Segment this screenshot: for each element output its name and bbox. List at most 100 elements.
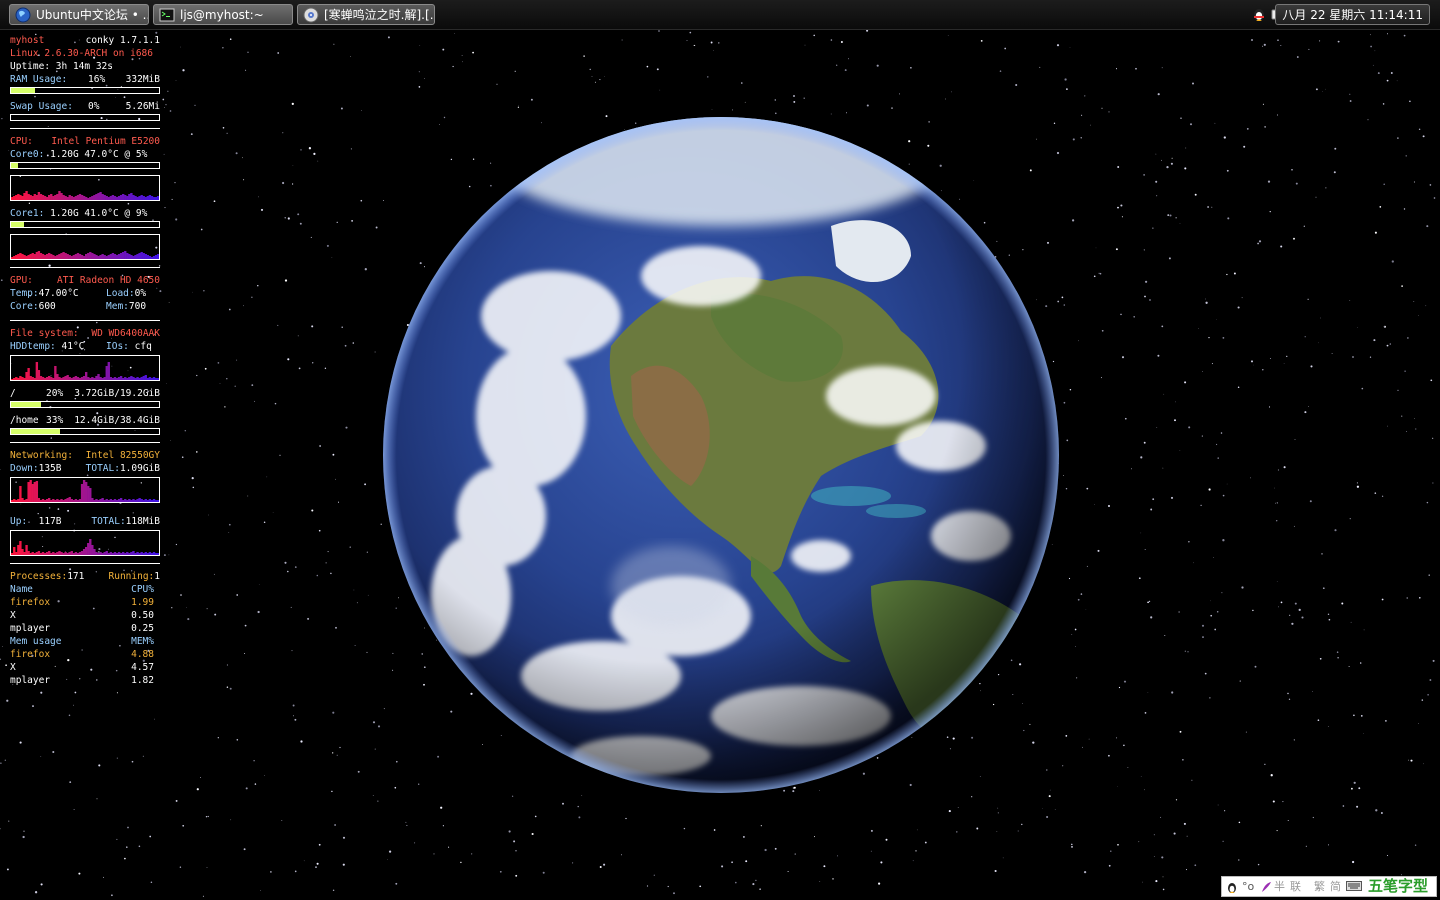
graph-sample	[21, 254, 24, 259]
graph-sample	[25, 499, 28, 502]
star	[327, 551, 329, 553]
taskbar-button-terminal[interactable]: ljs@myhost:~	[153, 4, 293, 25]
mem-proc-name: firefox	[10, 649, 51, 660]
star	[1056, 44, 1060, 47]
graph-sample	[105, 499, 108, 502]
graph-sample	[97, 256, 100, 259]
star	[1403, 208, 1406, 210]
star	[1110, 850, 1112, 852]
graph-sample	[111, 553, 115, 555]
star	[845, 112, 848, 114]
ime-indicator[interactable]: 繁	[1314, 877, 1325, 896]
graph-sample	[91, 377, 94, 380]
star	[1081, 114, 1083, 116]
star	[1214, 628, 1217, 631]
star	[1379, 206, 1382, 208]
star	[180, 46, 181, 48]
star	[1294, 602, 1297, 605]
star	[1162, 467, 1164, 469]
graph-sample	[136, 499, 139, 502]
graph-sample	[85, 372, 88, 380]
graph-sample	[109, 377, 113, 380]
star	[73, 704, 75, 706]
star	[364, 268, 367, 271]
graph-sample	[70, 378, 73, 380]
ime-indicator[interactable]: 简	[1330, 877, 1341, 896]
graph-sample	[87, 543, 90, 555]
star	[374, 748, 376, 750]
star	[1185, 869, 1188, 871]
ime-indicator[interactable]: 联	[1290, 877, 1301, 896]
clock[interactable]: 八月 22 星期六 11:14:11	[1275, 4, 1430, 25]
taskbar-button-media-player[interactable]: [寒蝉鸣泣之时.解].[…	[297, 4, 435, 25]
graph-sample	[93, 500, 96, 502]
star	[1319, 657, 1322, 660]
star	[448, 846, 450, 848]
star	[287, 570, 289, 573]
graph-sample	[66, 498, 69, 502]
star	[124, 857, 126, 860]
star	[1320, 317, 1321, 319]
graph-sample	[105, 196, 108, 200]
graph-sample	[105, 256, 108, 259]
star	[1333, 171, 1336, 174]
star	[1277, 469, 1279, 471]
star	[775, 112, 777, 115]
star	[78, 872, 81, 875]
graph-sample	[128, 254, 131, 259]
star	[1135, 67, 1137, 70]
ime-mode-label[interactable]: 五笔字型	[1368, 877, 1428, 896]
graph-sample	[62, 553, 65, 555]
graph-sample	[97, 193, 100, 200]
processes-label: Processes:	[10, 571, 68, 582]
star	[181, 456, 184, 459]
star	[1210, 614, 1213, 617]
graph-sample	[117, 196, 121, 200]
graph-sample	[72, 553, 76, 555]
star	[1317, 719, 1320, 722]
graph-sample	[93, 549, 96, 555]
punctuation-icon[interactable]: °o	[1242, 877, 1254, 896]
star	[372, 795, 374, 796]
taskbar-button-browser[interactable]: Ubuntu中文论坛 • ...	[9, 4, 149, 25]
feather-icon[interactable]	[1260, 877, 1272, 900]
graph-sample	[74, 254, 78, 259]
keyboard-icon[interactable]	[1346, 877, 1362, 897]
star	[433, 853, 435, 855]
star	[1156, 195, 1158, 197]
star	[1268, 406, 1271, 408]
graph-sample	[39, 194, 43, 200]
star	[310, 236, 312, 238]
graph-sample	[54, 256, 57, 259]
star	[1169, 214, 1172, 217]
star	[1239, 680, 1241, 682]
star	[1155, 153, 1157, 155]
graph-sample	[119, 553, 123, 555]
star	[1427, 694, 1429, 696]
star	[1406, 597, 1408, 599]
star	[387, 859, 388, 860]
graph-sample	[89, 539, 92, 555]
star	[1356, 485, 1360, 488]
graph-sample	[27, 551, 30, 555]
star	[226, 664, 228, 666]
star	[1222, 336, 1225, 339]
star	[303, 860, 305, 862]
qq-penguin-icon[interactable]	[1251, 6, 1267, 22]
star	[699, 885, 702, 888]
star	[1415, 428, 1417, 430]
input-method-bar[interactable]: °o 半 联 繁 简 五笔字型	[1221, 876, 1437, 897]
graph-sample	[140, 377, 143, 380]
penguin-icon[interactable]	[1226, 877, 1238, 900]
mem-proc-name: X	[10, 662, 16, 673]
star	[337, 501, 340, 503]
star	[332, 889, 335, 892]
graph-sample	[43, 500, 47, 502]
star	[1157, 354, 1160, 357]
star	[693, 44, 695, 46]
ime-indicator[interactable]: 半	[1274, 877, 1285, 896]
graph-sample	[54, 366, 57, 380]
star	[1115, 248, 1118, 251]
star	[111, 894, 113, 897]
star	[180, 594, 182, 596]
